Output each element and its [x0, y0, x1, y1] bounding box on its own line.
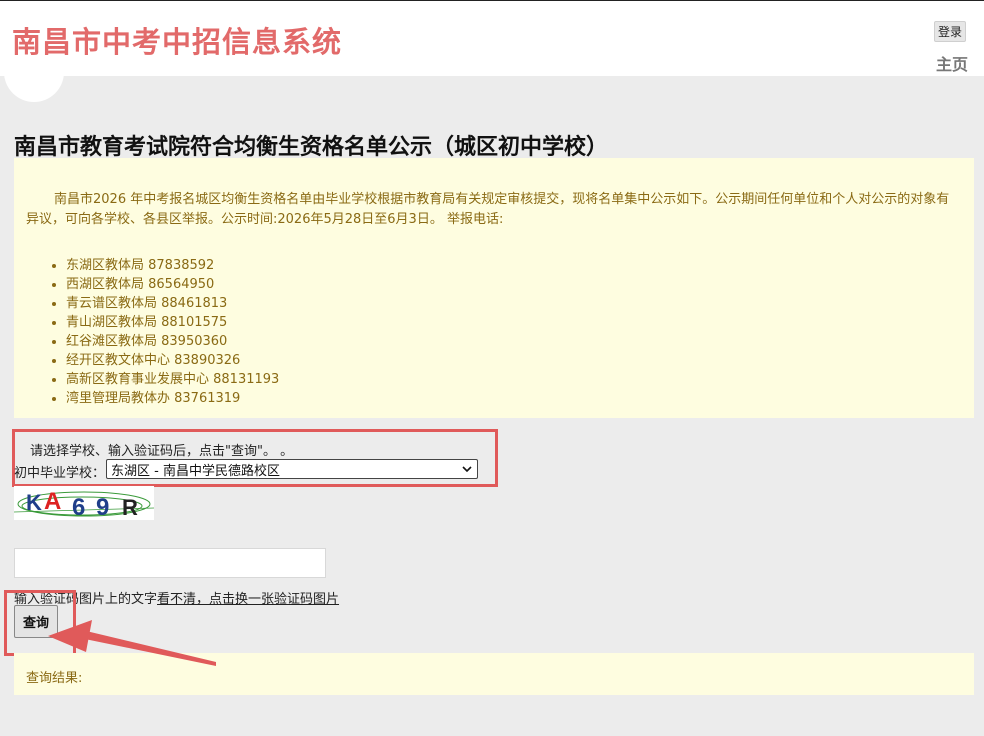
list-item: 东湖区教体局 87838592: [66, 256, 962, 275]
login-button[interactable]: 登录: [933, 21, 966, 42]
list-item: 红谷滩区教体局 83950360: [66, 332, 962, 351]
query-button[interactable]: 查询: [14, 605, 58, 638]
home-link[interactable]: 主页: [936, 51, 968, 75]
list-item: 经开区教文体中心 83890326: [66, 351, 962, 370]
svg-text:9: 9: [96, 494, 109, 520]
result-label: 查询结果:: [26, 671, 83, 686]
svg-text:K: K: [26, 490, 42, 515]
list-item: 西湖区教体局 86564950: [66, 275, 962, 294]
captcha-image[interactable]: K A 6 9 R: [14, 486, 154, 520]
query-instruction: 请选择学校、输入验证码后，点击"查询"。 。: [30, 444, 294, 459]
school-select-value: 东湖区 - 南昌中学民德路校区: [111, 463, 280, 479]
school-label: 初中毕业学校：: [14, 466, 106, 481]
captcha-input[interactable]: [14, 548, 326, 578]
site-header: 南昌市中考中招信息系统 登录 主页: [0, 0, 984, 76]
page-title: 南昌市教育考试院符合均衡生资格名单公示（城区初中学校）: [14, 135, 609, 160]
notice-box: 南昌市2026 年中考报名城区均衡生资格名单由毕业学校根据市教育局有关规定审核提…: [14, 158, 974, 418]
svg-text:R: R: [122, 495, 138, 520]
header-decoration: [4, 60, 64, 102]
result-box: 查询结果:: [14, 653, 974, 695]
svg-text:A: A: [44, 488, 61, 515]
school-select[interactable]: 东湖区 - 南昌中学民德路校区: [106, 459, 478, 479]
list-item: 高新区教育事业发展中心 88131193: [66, 370, 962, 389]
chevron-down-icon: [462, 466, 472, 473]
svg-text:6: 6: [72, 494, 85, 520]
notice-text: 南昌市2026 年中考报名城区均衡生资格名单由毕业学校根据市教育局有关规定审核提…: [26, 192, 950, 227]
list-item: 青云谱区教体局 88461813: [66, 294, 962, 313]
list-item: 湾里管理局教体办 83761319: [66, 389, 962, 408]
list-item: 青山湖区教体局 88101575: [66, 313, 962, 332]
refresh-captcha-link[interactable]: 看不清，点击换一张验证码图片: [157, 592, 339, 607]
phone-list: 东湖区教体局 87838592 西湖区教体局 86564950 青云谱区教体局 …: [26, 256, 962, 408]
site-title: 南昌市中考中招信息系统: [12, 25, 343, 59]
